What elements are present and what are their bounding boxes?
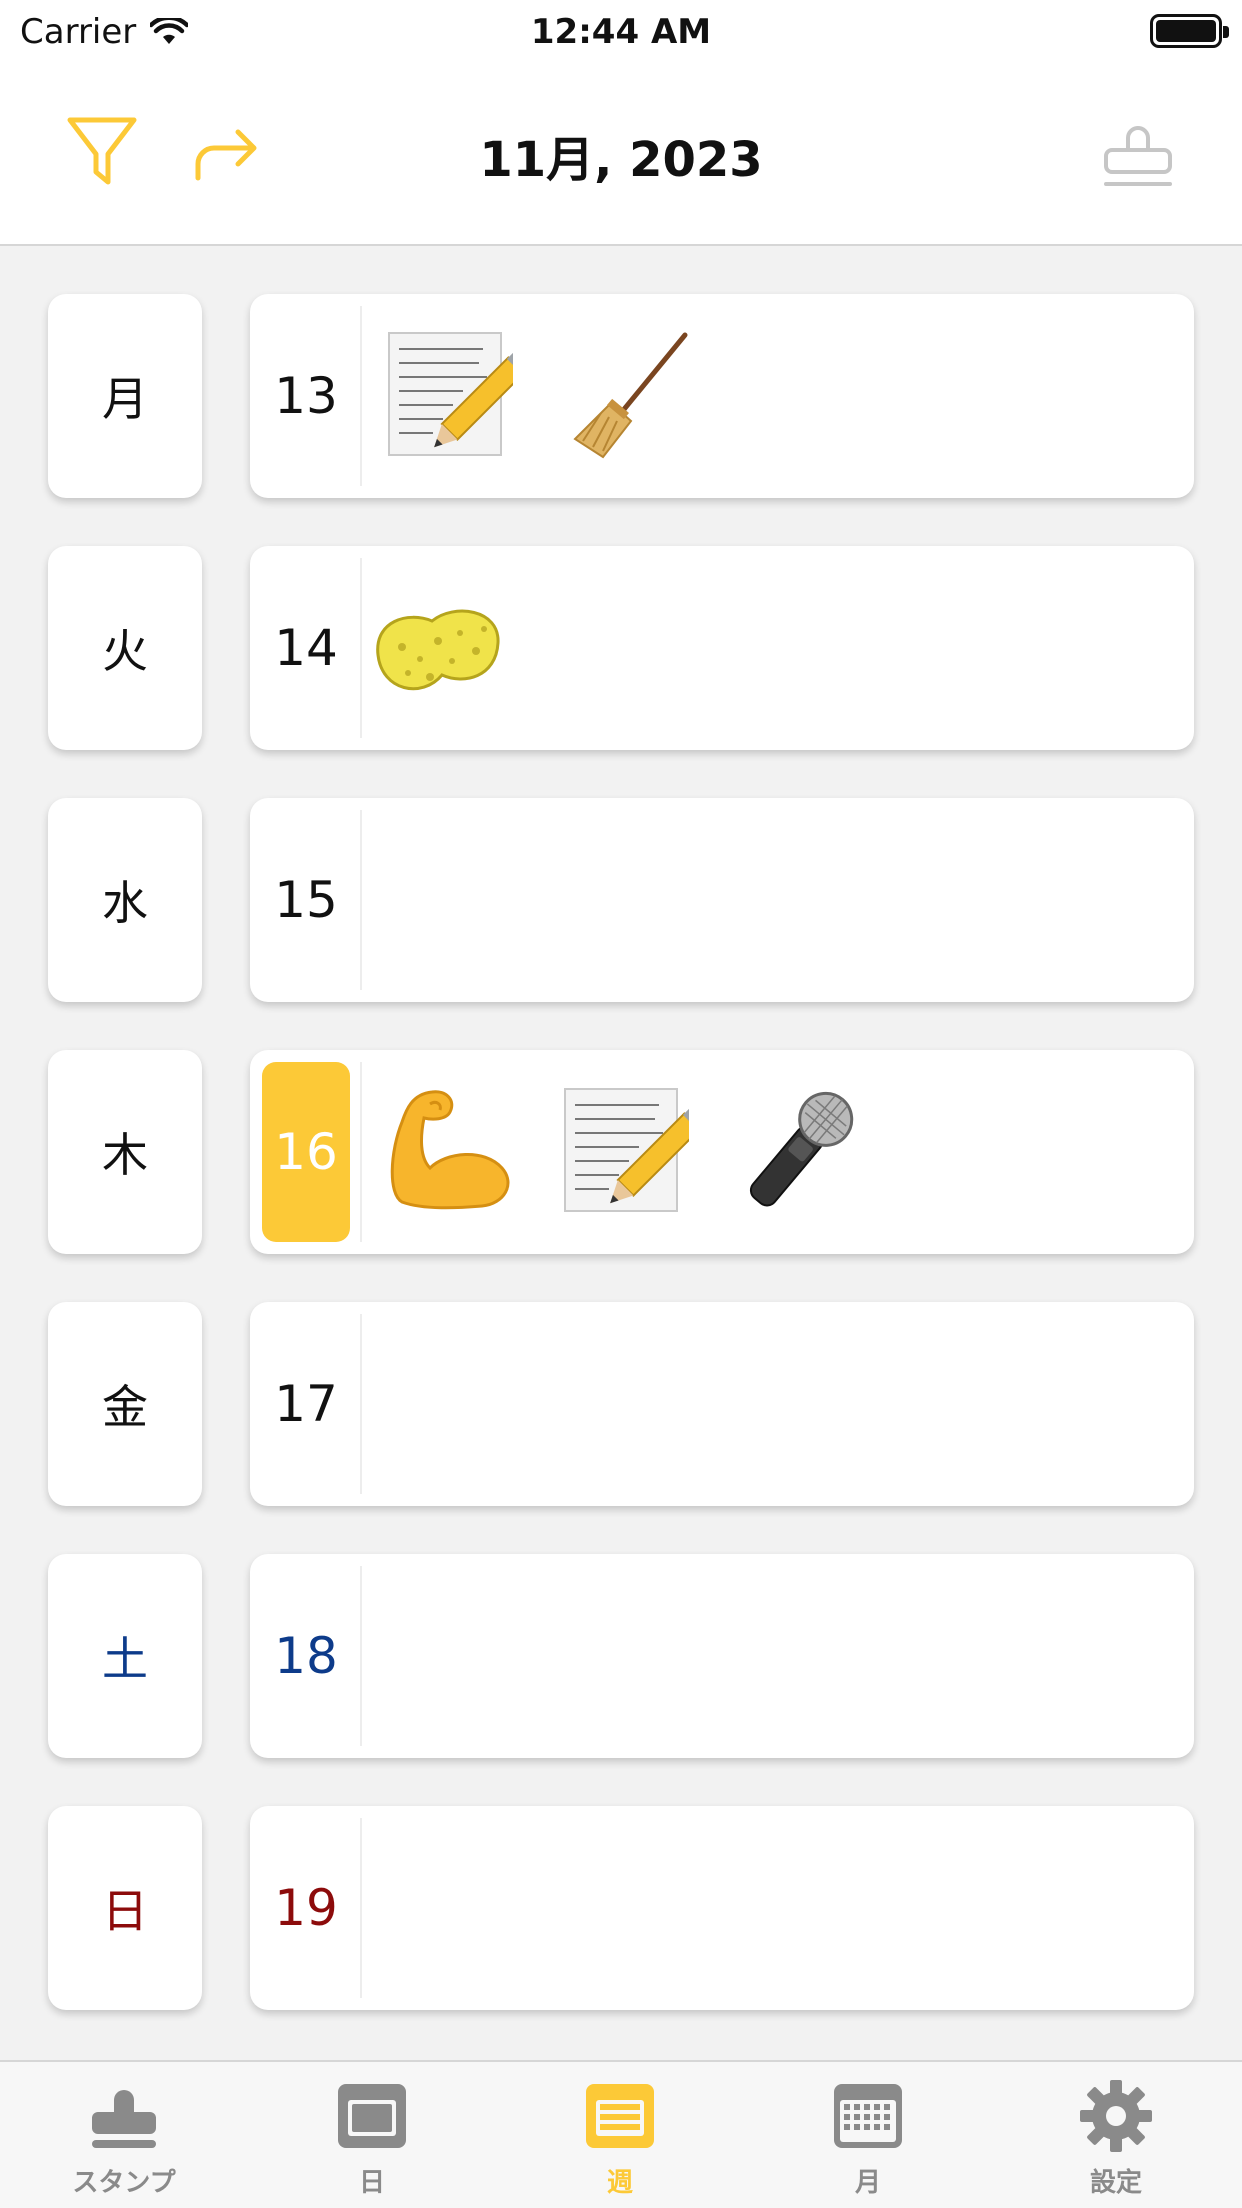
stamp-list xyxy=(380,324,692,464)
flexed-biceps-icon[interactable] xyxy=(380,1082,516,1218)
status-bar: Carrier 12:44 AM xyxy=(0,0,1242,66)
tab-label: 週 xyxy=(606,2168,633,2198)
day-row-15: 水 15 xyxy=(0,798,1242,1002)
status-time: 12:44 AM xyxy=(530,12,712,52)
date-card[interactable]: 13 xyxy=(250,294,1194,498)
tab-stamp[interactable]: スタンプ xyxy=(24,2078,224,2208)
divider xyxy=(360,1818,362,1998)
navigation-bar: 11月, 2023 xyxy=(0,66,1242,246)
day-row-14: 火 14 xyxy=(0,546,1242,750)
stamp-icon xyxy=(92,2090,156,2148)
tab-day[interactable]: 日 xyxy=(272,2078,472,2208)
weekday-card[interactable]: 火 xyxy=(48,546,202,750)
date-number: 18 xyxy=(274,1627,338,1685)
tab-settings[interactable]: 設定 xyxy=(1016,2078,1216,2208)
tab-label: スタンプ xyxy=(72,2168,176,2198)
date-card[interactable]: 19 xyxy=(250,1806,1194,2010)
divider xyxy=(360,1062,362,1242)
weekday-card[interactable]: 水 xyxy=(48,798,202,1002)
tab-bar: スタンプ 日 週 月 設定 xyxy=(0,2060,1242,2208)
stamp-list xyxy=(380,1080,868,1220)
date-number-selected: 16 xyxy=(262,1062,350,1242)
memo-icon[interactable] xyxy=(556,1082,692,1218)
day-row-19: 日 19 xyxy=(0,1806,1242,2010)
tab-label: 月 xyxy=(854,2168,881,2198)
stamp-list xyxy=(368,576,504,716)
date-card[interactable]: 16 xyxy=(250,1050,1194,1254)
gear-icon xyxy=(1080,2080,1152,2152)
month-view-icon xyxy=(834,2084,902,2148)
date-card[interactable]: 15 xyxy=(250,798,1194,1002)
date-card[interactable]: 17 xyxy=(250,1302,1194,1506)
sponge-icon[interactable] xyxy=(368,578,504,714)
page-title: 11月, 2023 xyxy=(479,132,763,188)
weekday-card[interactable]: 月 xyxy=(48,294,202,498)
day-row-13: 月 13 xyxy=(0,294,1242,498)
date-number: 15 xyxy=(274,871,338,929)
weekday-card-sunday[interactable]: 日 xyxy=(48,1806,202,2010)
tab-label: 日 xyxy=(358,2168,385,2198)
divider xyxy=(360,558,362,738)
divider xyxy=(360,306,362,486)
microphone-icon[interactable] xyxy=(732,1082,868,1218)
weekday-card-saturday[interactable]: 土 xyxy=(48,1554,202,1758)
date-number: 13 xyxy=(274,367,338,425)
week-view-icon xyxy=(586,2084,654,2148)
broom-icon[interactable] xyxy=(556,326,692,462)
tab-week[interactable]: 週 xyxy=(520,2078,720,2208)
tab-label: 設定 xyxy=(1089,2168,1142,2198)
date-card[interactable]: 14 xyxy=(250,546,1194,750)
weekday-card[interactable]: 金 xyxy=(48,1302,202,1506)
day-row-18: 土 18 xyxy=(0,1554,1242,1758)
weekday-card[interactable]: 木 xyxy=(48,1050,202,1254)
date-number: 19 xyxy=(274,1879,338,1937)
day-view-icon xyxy=(338,2084,406,2148)
tab-month[interactable]: 月 xyxy=(768,2078,968,2208)
divider xyxy=(360,1566,362,1746)
stamp-icon[interactable] xyxy=(1100,110,1176,194)
divider xyxy=(360,1314,362,1494)
day-row-16: 木 16 xyxy=(0,1050,1242,1254)
date-number: 17 xyxy=(274,1375,338,1433)
memo-icon[interactable] xyxy=(380,326,516,462)
battery-icon xyxy=(1150,14,1229,48)
date-card[interactable]: 18 xyxy=(250,1554,1194,1758)
date-number: 14 xyxy=(274,619,338,677)
day-row-17: 金 17 xyxy=(0,1302,1242,1506)
divider xyxy=(360,810,362,990)
